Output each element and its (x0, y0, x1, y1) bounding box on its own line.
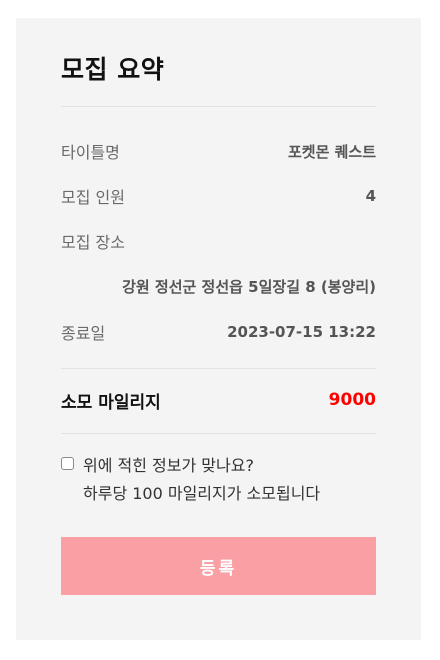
summary-row-value: 2023-07-15 13:22 (227, 323, 376, 341)
confirm-notice: 하루당 100 마일리지가 소모됩니다 (83, 484, 321, 503)
summary-row-end-date: 종료일 2023-07-15 13:22 (61, 320, 376, 344)
mileage-row: 소모 마일리지 9000 (61, 388, 376, 413)
summary-row-label: 모집 장소 (61, 233, 125, 252)
mileage-value: 9000 (328, 390, 376, 410)
location-address: 강원 정선군 정선읍 5일장길 8 (봉양리) (122, 278, 376, 296)
confirm-question: 위에 적힌 정보가 맞나요? (83, 456, 254, 475)
details-divider (61, 368, 376, 369)
recruit-summary-panel: 모집 요약 타이틀명 포켓몬 퀘스트 모집 인원 4 모집 장소 강원 정선군 … (16, 18, 421, 640)
summary-row-title: 타이틀명 포켓몬 퀘스트 (61, 139, 376, 163)
summary-title: 모집 요약 (61, 55, 165, 84)
mileage-label: 소모 마일리지 (61, 392, 161, 413)
summary-row-label: 모집 인원 (61, 188, 125, 207)
summary-row-label: 타이틀명 (61, 143, 120, 162)
summary-row-location: 모집 장소 (61, 229, 376, 253)
title-divider (61, 106, 376, 107)
summary-row-value: 포켓몬 퀘스트 (287, 142, 376, 161)
summary-row-headcount: 모집 인원 4 (61, 184, 376, 208)
summary-row-label: 종료일 (61, 324, 106, 343)
register-button[interactable]: 등록 (61, 537, 376, 595)
confirm-checkbox[interactable] (61, 457, 74, 470)
summary-row-value: 4 (365, 187, 376, 205)
mileage-divider (61, 433, 376, 434)
